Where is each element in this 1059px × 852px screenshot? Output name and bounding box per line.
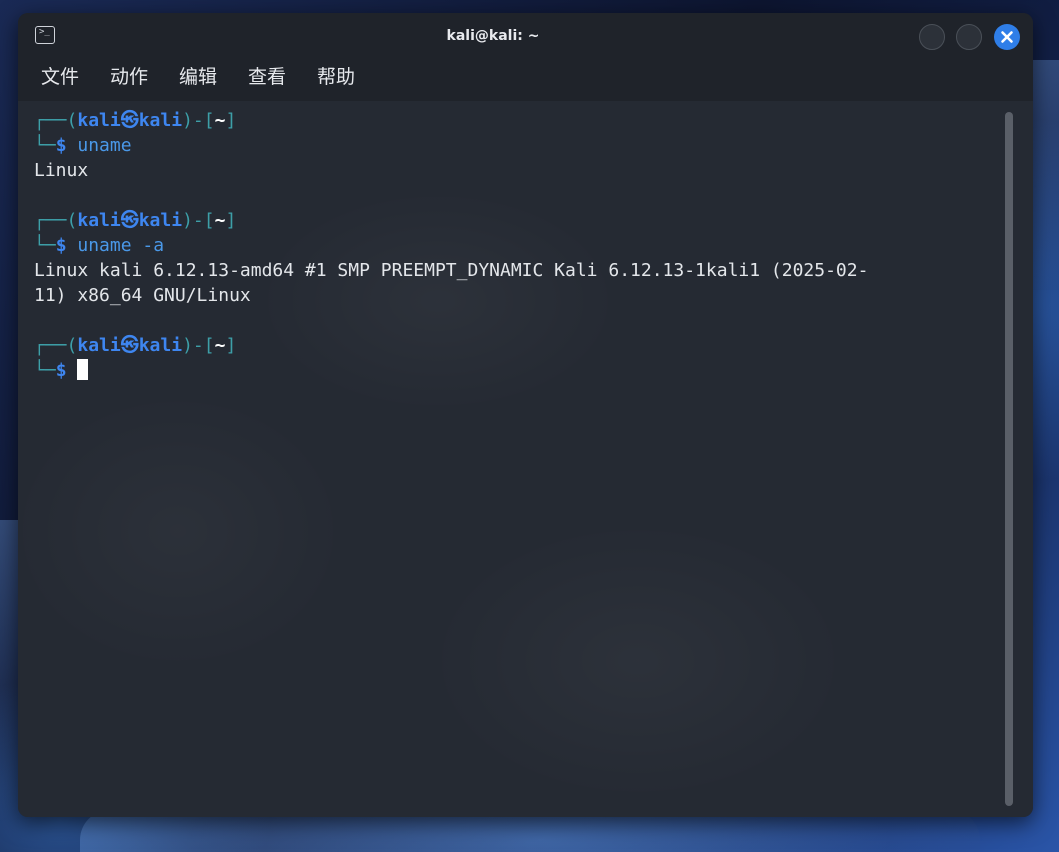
menu-bar: 文件 动作 编辑 查看 帮助 [18, 61, 1033, 102]
text-cursor [77, 359, 89, 380]
output-line: Linux [34, 160, 89, 181]
window-title: kali@kali: ~ [446, 28, 540, 44]
scrollbar[interactable] [1005, 112, 1013, 806]
command-text: uname -a [77, 235, 165, 256]
terminal-window[interactable]: >_ kali@kali: ~ 文件 动作 编辑 查看 帮助 ┌──(kali㉿… [18, 13, 1033, 817]
maximize-button[interactable] [956, 24, 982, 50]
menu-help[interactable]: 帮助 [317, 61, 355, 97]
close-button[interactable] [994, 24, 1020, 50]
prompt-line: ┌──(kali㉿kali)-[~] [34, 110, 237, 131]
menu-action[interactable]: 动作 [110, 61, 148, 97]
output-line: Linux kali 6.12.13-amd64 #1 SMP PREEMPT_… [34, 260, 869, 281]
prompt-line: ┌──(kali㉿kali)-[~] [34, 210, 237, 231]
active-command-line[interactable]: └─$ [34, 358, 1004, 383]
menu-view[interactable]: 查看 [248, 61, 286, 97]
title-bar[interactable]: >_ kali@kali: ~ [18, 13, 1033, 61]
terminal-text: ┌──(kali㉿kali)-[~] └─$ uname Linux ┌──(k… [34, 108, 1004, 383]
menu-file[interactable]: 文件 [41, 61, 79, 97]
terminal-output[interactable]: ┌──(kali㉿kali)-[~] └─$ uname Linux ┌──(k… [18, 101, 1033, 817]
output-line: 11) x86_64 GNU/Linux [34, 285, 251, 306]
command-text: uname [77, 135, 132, 156]
command-line: └─$ uname [34, 135, 132, 156]
prompt-line: ┌──(kali㉿kali)-[~] [34, 335, 237, 356]
command-line: └─$ uname -a [34, 235, 165, 256]
close-icon [1001, 31, 1013, 43]
menu-edit[interactable]: 编辑 [179, 61, 217, 97]
minimize-button[interactable] [919, 24, 945, 50]
